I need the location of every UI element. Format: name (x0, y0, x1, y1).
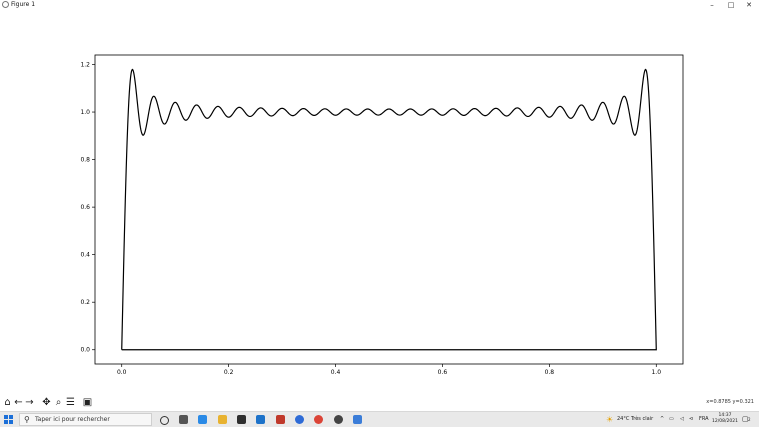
home-icon[interactable]: ⌂ (2, 396, 13, 409)
edge-icon[interactable] (295, 415, 304, 424)
search-placeholder: Taper ici pour rechercher (35, 416, 110, 423)
plot-svg: 0.0 0.2 0.4 0.6 0.8 1.0 0.0 0.2 0.4 0.6 0.8 1.0 1.2 (80, 54, 684, 376)
y-tick-label: 1.2 (80, 62, 90, 69)
file-explorer-icon[interactable] (218, 415, 227, 424)
x-tick-label: 0.2 (224, 369, 234, 376)
y-tick-label: 0.4 (80, 252, 90, 259)
save-icon[interactable]: ▣ (82, 396, 93, 409)
search-input[interactable]: ⚲ Taper ici pour rechercher (19, 413, 152, 426)
y-tick-label: 0.2 (80, 299, 90, 306)
y-tick-label: 0.8 (80, 157, 90, 164)
task-view-icon[interactable] (179, 415, 188, 424)
windows-taskbar: ⚲ Taper ici pour rechercher ☀ 24°C Très … (0, 411, 759, 427)
y-tick-label: 0.6 (80, 204, 90, 211)
configure-icon[interactable]: ☰ (65, 396, 76, 409)
media-icon[interactable] (334, 415, 343, 424)
x-tick-label: 0.4 (331, 369, 341, 376)
tray-chevron-icon[interactable]: ^ (660, 412, 664, 427)
volume-icon[interactable]: ◁ (680, 412, 684, 427)
title-bar: Figure 1 – □ ✕ (0, 0, 759, 10)
network-icon[interactable]: ▭ (669, 412, 674, 427)
vscode-icon[interactable] (198, 415, 207, 424)
y-tick-label: 0.0 (80, 347, 90, 354)
cortana-icon[interactable] (160, 416, 169, 425)
figure-canvas[interactable]: 0.0 0.2 0.4 0.6 0.8 1.0 0.0 0.2 0.4 0.6 0.8 1.0 1.2 (0, 10, 759, 395)
x-tick-label: 0.8 (545, 369, 555, 376)
notification-count: 2 (748, 417, 751, 422)
matplotlib-toolbar: ⌂ ← → ✥ ⌕ ☰ ▣ x=0.8785 y=0.321 (0, 396, 759, 410)
cursor-coordinates: x=0.8785 y=0.321 (706, 399, 754, 405)
app-icon (2, 1, 9, 8)
store-icon[interactable] (237, 415, 246, 424)
chrome-icon[interactable] (314, 415, 323, 424)
x-tick-label: 0.6 (438, 369, 448, 376)
close-button[interactable]: ✕ (740, 0, 758, 10)
search-icon: ⚲ (24, 415, 30, 424)
x-tick-label: 1.0 (651, 369, 661, 376)
zoom-icon[interactable]: ⌕ (53, 396, 64, 409)
forward-icon[interactable]: → (24, 396, 35, 409)
minimize-button[interactable]: – (703, 0, 721, 10)
app-red-icon[interactable] (276, 415, 285, 424)
speaker-icon[interactable]: ⊲ (689, 412, 693, 427)
axes-frame (94, 54, 684, 365)
language-indicator[interactable]: FRA (699, 412, 709, 427)
python-figure-icon[interactable] (353, 415, 362, 424)
y-tick-label: 1.0 (80, 109, 90, 116)
pan-icon[interactable]: ✥ (41, 396, 52, 409)
clock[interactable]: 14:37 12/08/2021 (710, 412, 740, 425)
mail-icon[interactable] (256, 415, 265, 424)
back-icon[interactable]: ← (13, 396, 24, 409)
y-axis-ticks: 0.0 0.2 0.4 0.6 0.8 1.0 1.2 (80, 62, 95, 354)
weather-text[interactable]: 24°C Très clair (617, 412, 653, 427)
window-title: Figure 1 (11, 1, 36, 8)
x-axis-ticks: 0.0 0.2 0.4 0.6 0.8 1.0 (117, 364, 661, 376)
x-tick-label: 0.0 (117, 369, 127, 376)
clock-date: 12/08/2021 (712, 419, 738, 424)
start-button[interactable] (4, 415, 13, 424)
maximize-button[interactable]: □ (722, 0, 740, 10)
weather-icon[interactable]: ☀ (606, 412, 613, 427)
